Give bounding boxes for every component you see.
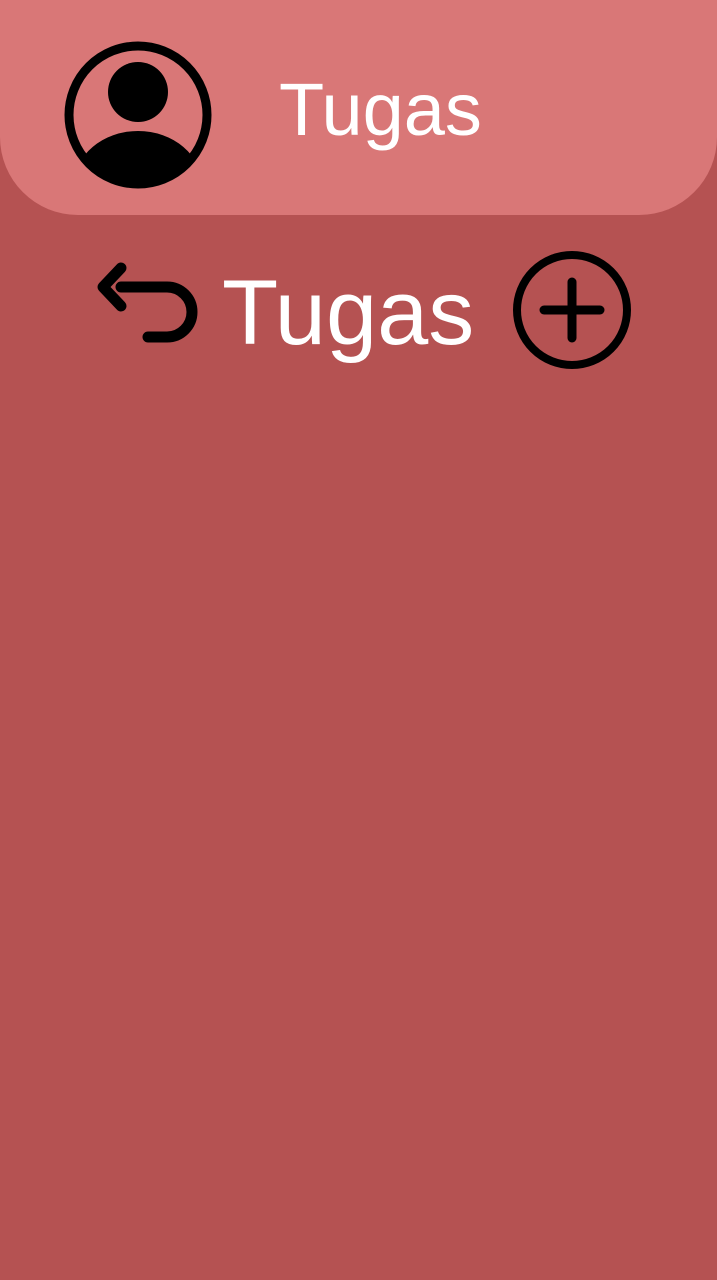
- add-circle-icon: [513, 251, 631, 369]
- task-list: [0, 400, 717, 1280]
- app-header: Tugas: [0, 0, 717, 215]
- add-task-button[interactable]: [511, 249, 633, 371]
- page-title: Tugas: [222, 262, 475, 364]
- account-circle-icon: [64, 41, 212, 189]
- undo-back-arrow-icon: [97, 262, 198, 343]
- header-title: Tugas: [279, 68, 482, 151]
- profile-avatar[interactable]: [63, 40, 213, 190]
- back-button[interactable]: [93, 257, 203, 367]
- page-toolbar: Tugas: [0, 245, 717, 375]
